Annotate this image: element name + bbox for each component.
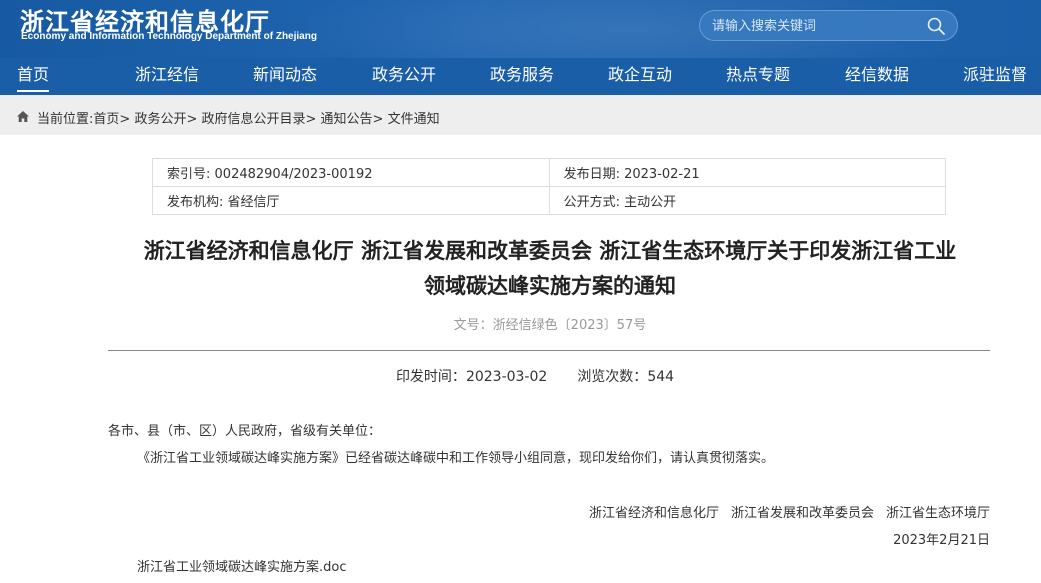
site-header: 浙江省经济和信息化厅 Economy and Information Techn… xyxy=(0,0,1041,58)
breadcrumb-separator: > xyxy=(372,112,388,127)
nav-item-gov-services[interactable]: 政务服务 xyxy=(490,58,554,95)
publish-date-label: 发布日期: xyxy=(563,167,620,182)
breadcrumb-home[interactable]: 首页 xyxy=(93,112,119,127)
nav-item-topics[interactable]: 热点专题 xyxy=(726,58,790,95)
index-number-value: 002482904/2023-00192 xyxy=(214,167,373,182)
signature-date: 2023年2月21日 xyxy=(893,533,990,548)
nav-item-zhejiang-jingxin[interactable]: 浙江经信 xyxy=(135,58,199,95)
disclosure-cell: 公开方式: 主动公开 xyxy=(548,186,947,215)
article-body: 《浙江省工业领域碳达峰实施方案》已经省碳达峰碳中和工作领导小组同意，现印发给你们… xyxy=(137,451,775,466)
breadcrumb-separator: > xyxy=(305,112,321,127)
table-row: 发布机构: 省经信厅 公开方式: 主动公开 xyxy=(152,186,947,215)
divider xyxy=(108,350,990,351)
breadcrumb-separator: > xyxy=(186,112,202,127)
search-box xyxy=(699,10,958,41)
nav-item-data[interactable]: 经信数据 xyxy=(845,58,909,95)
signature-org-2: 浙江省发展和改革委员会 xyxy=(730,506,874,521)
document-number: 文号：浙经信绿色〔2023〕57号 xyxy=(453,318,647,333)
page-title-line-2: 领域碳达峰实施方案的通知 xyxy=(424,274,676,298)
breadcrumb-gov-affairs[interactable]: 政务公开 xyxy=(134,112,186,127)
breadcrumb-file-notices[interactable]: 文件通知 xyxy=(388,112,440,127)
print-time-label: 印发时间： xyxy=(395,369,466,385)
publisher-label: 发布机构: xyxy=(167,195,224,210)
search-icon[interactable] xyxy=(926,16,946,36)
main-nav: 首页 浙江经信 新闻动态 政务公开 政务服务 政企互动 热点专题 经信数据 派驻… xyxy=(0,58,1041,95)
publisher-value: 省经信厅 xyxy=(227,195,280,210)
print-time-value: 2023-03-02 xyxy=(465,369,548,385)
publisher-cell: 发布机构: 省经信厅 xyxy=(152,186,550,215)
breadcrumb-directory[interactable]: 政府信息公开目录 xyxy=(201,112,305,127)
breadcrumb: 当前位置:首页> 政务公开> 政府信息公开目录> 通知公告> 文件通知 xyxy=(0,95,1041,135)
index-number-cell: 索引号: 002482904/2023-00192 xyxy=(152,158,550,187)
article-meta: 印发时间：2023-03-02 浏览次数：544 xyxy=(100,366,970,386)
site-logo-subtitle: Economy and Information Technology Depar… xyxy=(21,31,317,42)
nav-item-supervision[interactable]: 派驻监督 xyxy=(963,58,1027,95)
signature-organizations: 浙江省经济和信息化厅 浙江省发展和改革委员会 浙江省生态环境厅 xyxy=(589,502,990,521)
publish-date-value: 2023-02-21 xyxy=(624,167,700,182)
breadcrumb-separator: > xyxy=(119,112,135,127)
table-row: 索引号: 002482904/2023-00192 发布日期: 2023-02-… xyxy=(152,158,947,187)
article-salutation: 各市、县（市、区）人民政府，省级有关单位： xyxy=(108,424,382,439)
breadcrumb-trail: 当前位置:首页> 政务公开> 政府信息公开目录> 通知公告> 文件通知 xyxy=(37,108,440,127)
disclosure-label: 公开方式: xyxy=(563,195,620,210)
view-count-label: 浏览次数： xyxy=(577,369,648,385)
document-info-table: 索引号: 002482904/2023-00192 发布日期: 2023-02-… xyxy=(152,158,947,215)
page-title: 浙江省经济和信息化厅 浙江省发展和改革委员会 浙江省生态环境厅关于印发浙江省工业… xyxy=(100,234,1000,304)
disclosure-value: 主动公开 xyxy=(624,195,677,210)
home-icon xyxy=(17,111,29,122)
view-count-value: 544 xyxy=(647,369,675,385)
nav-item-interaction[interactable]: 政企互动 xyxy=(608,58,672,95)
signature-org-3: 浙江省生态环境厅 xyxy=(885,506,990,521)
search-input[interactable] xyxy=(712,16,912,36)
attachment-link[interactable]: 浙江省工业领域碳达峰实施方案.doc xyxy=(137,556,347,575)
index-number-label: 索引号: xyxy=(167,167,211,182)
nav-item-news[interactable]: 新闻动态 xyxy=(253,58,317,95)
publish-date-cell: 发布日期: 2023-02-21 xyxy=(548,158,947,187)
nav-item-gov-affairs-open[interactable]: 政务公开 xyxy=(372,58,436,95)
signature-org-1: 浙江省经济和信息化厅 xyxy=(588,506,719,521)
page-title-line-1: 浙江省经济和信息化厅 浙江省发展和改革委员会 浙江省生态环境厅关于印发浙江省工业 xyxy=(143,239,957,263)
breadcrumb-notices[interactable]: 通知公告 xyxy=(321,112,373,127)
breadcrumb-prefix: 当前位置: xyxy=(37,112,94,127)
nav-item-home[interactable]: 首页 xyxy=(17,58,50,95)
